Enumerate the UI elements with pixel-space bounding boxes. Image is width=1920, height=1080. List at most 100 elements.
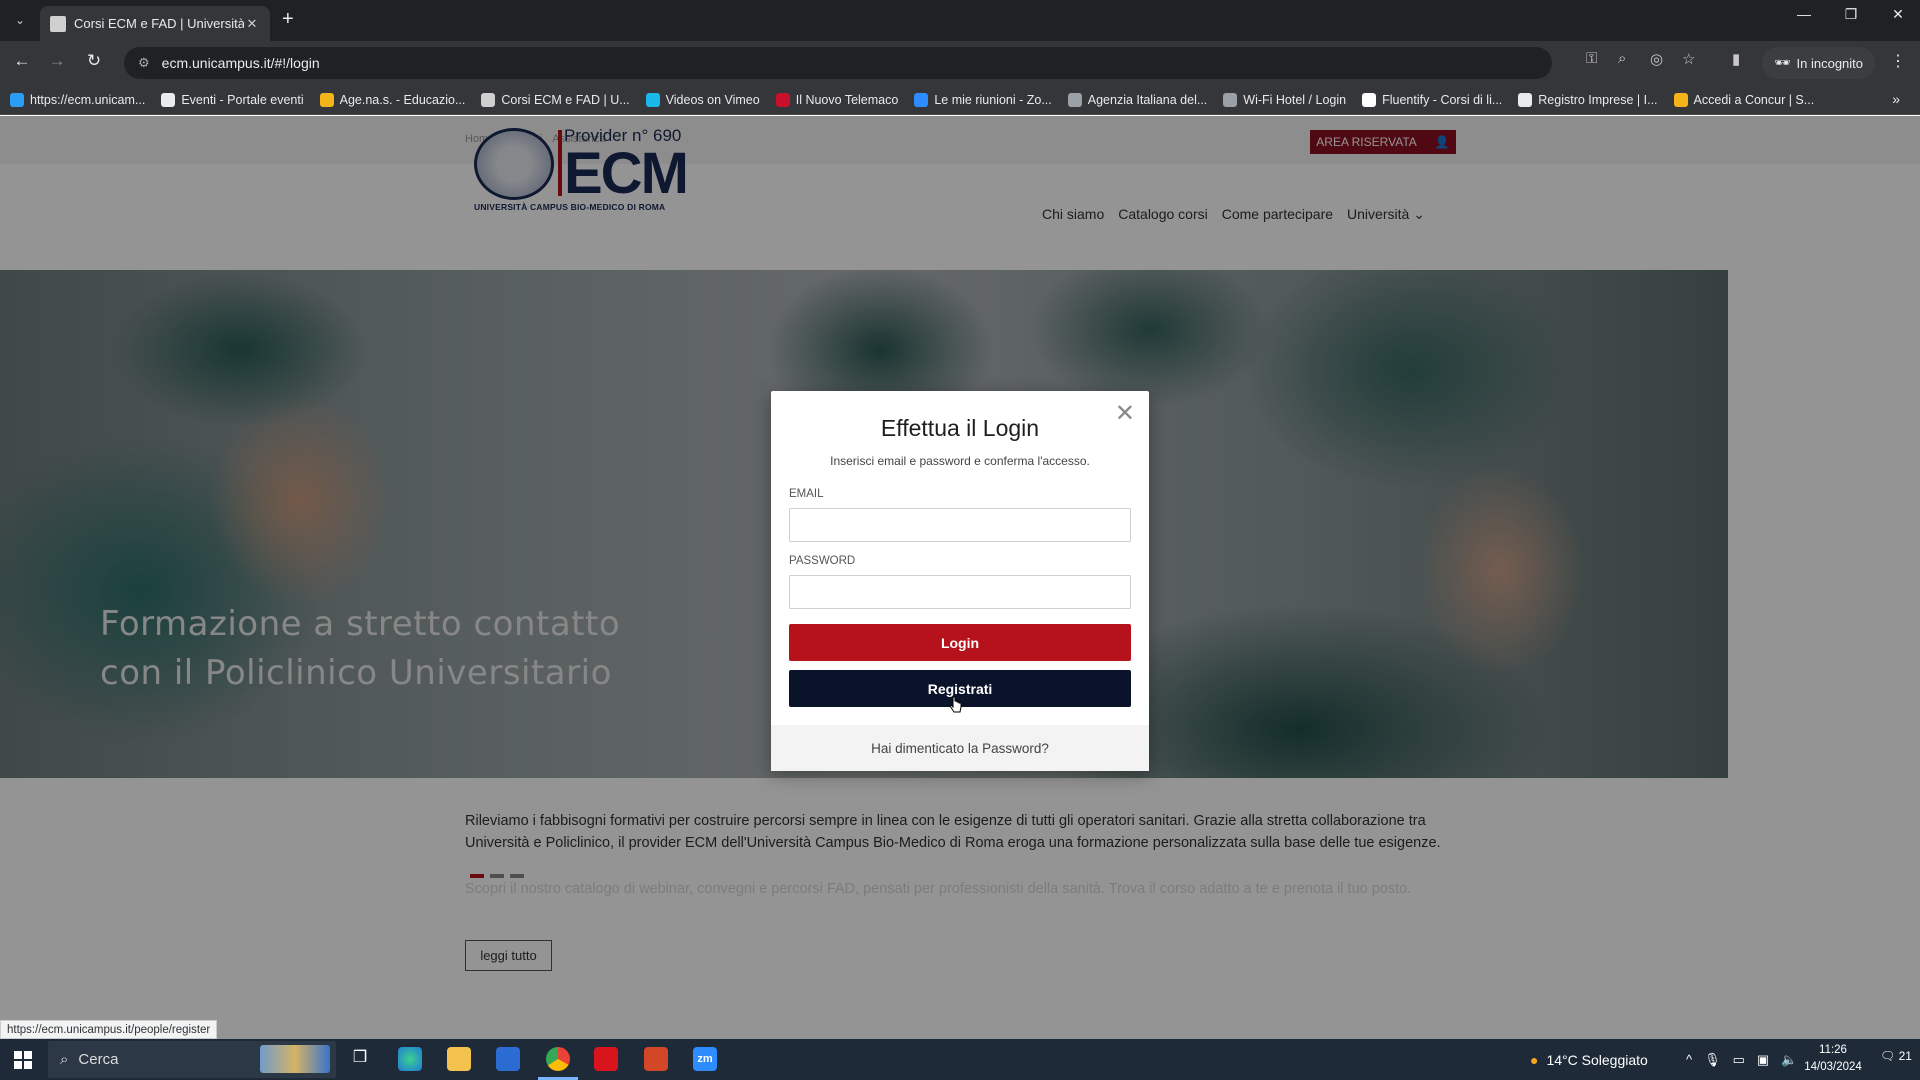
minimize-button[interactable]: — <box>1784 6 1824 22</box>
bookmarks-bar: https://ecm.unicam... Eventi - Portale ev… <box>0 85 1920 115</box>
windows-start-icon[interactable] <box>14 1051 32 1069</box>
new-tab-button[interactable]: + <box>282 8 294 31</box>
modal-title: Effettua il Login <box>880 415 1040 441</box>
forgot-password-bar: Hai dimenticato la Password? <box>771 725 1149 771</box>
bookmark-label: Age.na.s. - Educazio... <box>339 92 466 107</box>
notification-count: 21 <box>1898 1049 1912 1063</box>
password-key-icon[interactable]: ⚿ <box>1586 50 1597 67</box>
browser-toolbar: ← → ↻ ⚙ ecm.unicampus.it/#!/login ⚿ ⌕ ◎ … <box>0 41 1920 85</box>
bookmark-favicon-icon <box>1067 92 1082 107</box>
clock-time: 11:26 <box>1819 1044 1847 1056</box>
tab-favicon-icon <box>50 15 66 32</box>
bookmark-favicon-icon <box>161 92 176 107</box>
mouse-hand-cursor-icon <box>950 696 962 713</box>
side-panel-icon[interactable]: ▮ <box>1732 50 1740 68</box>
acrobat-icon[interactable] <box>594 1047 618 1071</box>
task-view-icon[interactable]: ❒ <box>348 1047 372 1071</box>
search-icon: ⌕ <box>60 1051 69 1068</box>
zoom-app-icon[interactable]: zm <box>693 1047 717 1071</box>
bookmark-favicon-icon <box>1362 92 1377 107</box>
bookmark-label: Fluentify - Corsi di li... <box>1382 92 1503 107</box>
weather-text: 14°C Soleggiato <box>1546 1051 1648 1068</box>
status-bar-url: https://ecm.unicampus.it/people/register <box>0 1020 218 1039</box>
tab-search-button[interactable]: ⌄ <box>8 8 32 32</box>
forgot-password-link[interactable]: Hai dimenticato la Password? <box>871 741 1049 756</box>
restore-button[interactable]: ❐ <box>1831 6 1871 23</box>
notification-center-button[interactable]: 🗨 21 <box>1880 1049 1912 1063</box>
volume-icon[interactable]: 🔈 <box>1781 1052 1797 1068</box>
login-button[interactable]: Login <box>789 624 1131 661</box>
password-field[interactable] <box>789 575 1131 609</box>
bookmark-item[interactable]: Il Nuovo Telemaco <box>775 92 899 107</box>
reload-button[interactable]: ↻ <box>82 51 106 71</box>
bookmark-item[interactable]: Eventi - Portale eventi <box>161 92 304 107</box>
incognito-label: In incognito <box>1796 55 1864 71</box>
url-text: ecm.unicampus.it/#!/login <box>161 55 320 71</box>
bookmark-star-icon[interactable]: ☆ <box>1682 50 1695 68</box>
address-bar[interactable]: ⚙ ecm.unicampus.it/#!/login <box>124 47 1552 79</box>
forward-button[interactable]: → <box>45 51 69 71</box>
bookmark-favicon-icon <box>1518 92 1533 107</box>
bookmark-favicon-icon <box>645 92 660 107</box>
incognito-indicator[interactable]: 🕶 In incognito <box>1762 47 1876 79</box>
weather-widget[interactable]: ● 14°C Soleggiato <box>1530 1039 1648 1080</box>
browser-tab[interactable]: Corsi ECM e FAD | Università Ca ✕ <box>40 6 270 41</box>
system-tray: ^ 🎙 ▭ ▣ 🔈 <box>1686 1039 1797 1080</box>
bookmark-item[interactable]: Corsi ECM e FAD | U... <box>481 92 630 107</box>
bookmark-item[interactable]: Agenzia Italiana del... <box>1067 92 1208 107</box>
bookmark-favicon-icon <box>1673 92 1688 107</box>
modal-subtitle: Inserisci email e password e conferma l'… <box>830 454 1090 468</box>
tab-close-icon[interactable]: ✕ <box>244 16 260 32</box>
site-info-icon[interactable]: ⚙ <box>138 55 150 71</box>
bookmark-favicon-icon <box>481 92 496 107</box>
bookmark-label: Videos on Vimeo <box>665 92 760 107</box>
bookmark-label: Wi-Fi Hotel / Login <box>1243 92 1347 107</box>
bookmark-item[interactable]: Age.na.s. - Educazio... <box>319 92 466 107</box>
sun-icon: ● <box>1530 1051 1539 1068</box>
bookmark-item[interactable]: Accedi a Concur | S... <box>1673 92 1815 107</box>
bookmark-item[interactable]: Le mie riunioni - Zo... <box>914 92 1052 107</box>
bookmark-label: Accedi a Concur | S... <box>1693 92 1815 107</box>
email-label: EMAIL <box>789 488 824 500</box>
bookmark-favicon-icon <box>10 92 24 107</box>
bookmark-label: Agenzia Italiana del... <box>1087 92 1208 107</box>
chevron-up-icon[interactable]: ^ <box>1686 1052 1692 1067</box>
incognito-icon: 🕶 <box>1774 55 1791 70</box>
bookmark-label: Eventi - Portale eventi <box>181 92 304 107</box>
windows-taskbar: ⌕ Cerca ❒ zm ● 14°C Soleggiato ^ 🎙 ▭ ▣ 🔈… <box>0 1039 1920 1080</box>
battery-icon[interactable]: ▭ <box>1733 1052 1745 1068</box>
microphone-icon[interactable]: 🎙 <box>1704 1052 1721 1068</box>
email-field[interactable] <box>789 508 1131 542</box>
notification-icon: 🗨 <box>1880 1049 1896 1063</box>
bookmark-item[interactable]: Wi-Fi Hotel / Login <box>1223 92 1347 107</box>
close-window-button[interactable]: ✕ <box>1878 6 1918 23</box>
taskbar-search[interactable]: ⌕ Cerca <box>48 1041 336 1078</box>
network-icon[interactable]: ▣ <box>1757 1052 1769 1068</box>
tracking-eye-off-icon[interactable]: ◎ <box>1650 50 1663 68</box>
bookmark-label: Registro Imprese | I... <box>1538 92 1658 107</box>
file-explorer-icon[interactable] <box>447 1047 471 1071</box>
bookmark-label: Il Nuovo Telemaco <box>795 92 899 107</box>
bookmark-item[interactable]: Fluentify - Corsi di li... <box>1362 92 1503 107</box>
chrome-icon[interactable] <box>546 1047 570 1071</box>
bookmark-favicon-icon <box>1223 92 1238 107</box>
system-clock[interactable]: 11:26 14/03/2024 <box>1798 1042 1868 1076</box>
edge-icon[interactable] <box>398 1047 422 1071</box>
back-button[interactable]: ← <box>10 51 34 71</box>
browser-menu-icon[interactable]: ⋮ <box>1890 51 1906 71</box>
bookmark-item[interactable]: Registro Imprese | I... <box>1518 92 1658 107</box>
browser-tab-bar: ⌄ Corsi ECM e FAD | Università Ca ✕ + — … <box>0 0 1920 41</box>
zoom-icon[interactable]: ⌕ <box>1618 50 1626 67</box>
bookmark-item[interactable]: Videos on Vimeo <box>645 92 760 107</box>
bookmark-label: Corsi ECM e FAD | U... <box>501 92 630 107</box>
powerpoint-icon[interactable] <box>644 1047 668 1071</box>
bookmark-item[interactable]: https://ecm.unicam... <box>10 92 145 107</box>
bookmark-label: Le mie riunioni - Zo... <box>934 92 1052 107</box>
search-placeholder: Cerca <box>78 1051 119 1068</box>
bookmarks-overflow-icon[interactable]: » <box>1892 91 1900 107</box>
bookmark-favicon-icon <box>319 92 334 107</box>
password-label: PASSWORD <box>789 555 856 567</box>
tab-title: Corsi ECM e FAD | Università Ca <box>74 16 244 31</box>
search-highlight-image <box>260 1045 330 1073</box>
store-icon[interactable] <box>496 1047 520 1071</box>
